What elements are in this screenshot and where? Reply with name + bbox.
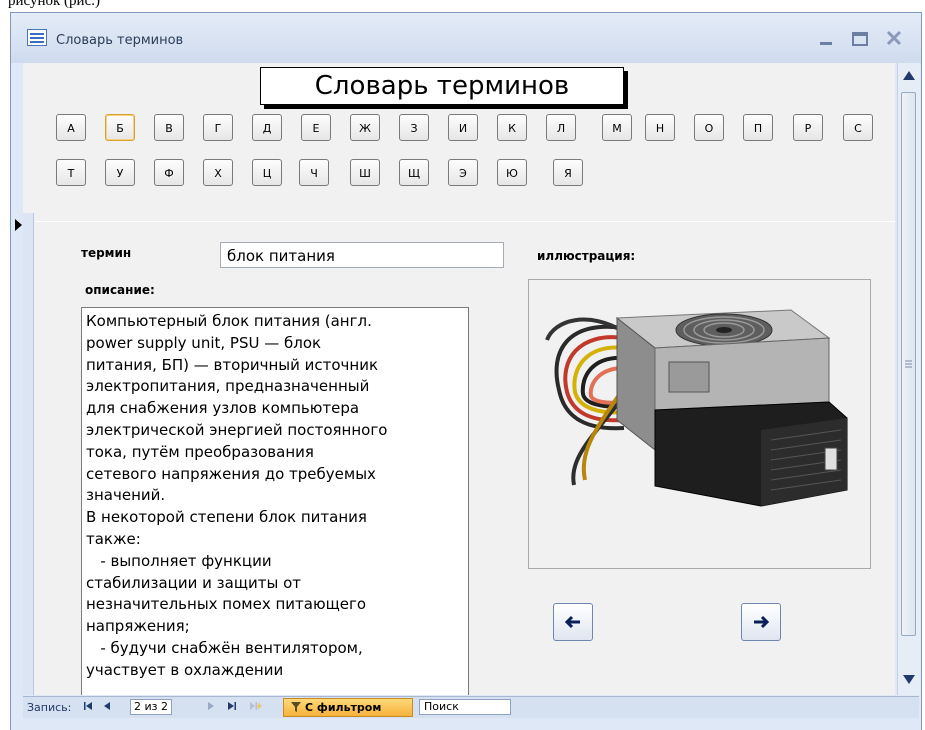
description-field[interactable]: Компьютерный блок питания (англ. power s…	[81, 307, 469, 695]
current-record-pointer-icon	[15, 219, 22, 231]
page-caption: рисунок (рис.)	[0, 0, 925, 12]
term-field[interactable]: блок питания	[220, 242, 504, 268]
letter-button-i[interactable]: И	[448, 114, 478, 141]
record-navigation-bar: Запись: 2 из 2 С фильтром Поиск	[23, 696, 919, 719]
letter-button-b[interactable]: Б	[105, 114, 135, 141]
letter-button-kh[interactable]: Х	[203, 159, 233, 186]
letter-button-s[interactable]: С	[843, 114, 873, 141]
letter-button-f[interactable]: Ф	[154, 159, 184, 186]
vertical-scrollbar[interactable]	[897, 63, 920, 695]
letter-button-shch[interactable]: Щ	[399, 159, 429, 186]
letter-button-k[interactable]: К	[497, 114, 527, 141]
letter-button-m[interactable]: М	[602, 114, 632, 141]
maximize-icon[interactable]	[845, 26, 875, 52]
window-bottom-border	[11, 718, 921, 730]
filter-toggle-button[interactable]: С фильтром	[283, 698, 413, 717]
form-body: Словарь терминов А Б В Г Д Е Ж З И К Л М…	[23, 63, 895, 695]
grip-icon	[905, 360, 912, 368]
new-record-icon[interactable]	[249, 701, 263, 714]
power-supply-image	[545, 309, 848, 507]
form-header: Словарь терминов	[260, 67, 624, 105]
record-label: Запись:	[27, 701, 72, 714]
letter-button-t[interactable]: Т	[56, 159, 86, 186]
record-selector[interactable]	[15, 213, 34, 695]
letter-button-a[interactable]: А	[56, 114, 86, 141]
minimize-icon[interactable]	[811, 26, 841, 52]
letter-button-zh[interactable]: Ж	[350, 114, 380, 141]
letter-button-l[interactable]: Л	[546, 114, 576, 141]
letter-button-ts[interactable]: Ц	[252, 159, 282, 186]
caption-text: рисунок (рис.)	[8, 0, 100, 9]
form-window: Словарь терминов Словарь терминов А Б В …	[10, 12, 922, 730]
close-icon[interactable]	[879, 26, 909, 52]
scroll-down-icon[interactable]	[903, 675, 915, 684]
letter-button-o[interactable]: О	[694, 114, 724, 141]
next-record-button[interactable]	[741, 603, 781, 641]
letter-button-v[interactable]: В	[154, 114, 184, 141]
search-input[interactable]: Поиск	[419, 699, 511, 715]
letter-button-sh[interactable]: Ш	[350, 159, 380, 186]
letter-button-g[interactable]: Г	[203, 114, 233, 141]
previous-record-icon[interactable]	[103, 701, 111, 714]
letter-button-n[interactable]: Н	[645, 114, 675, 141]
letter-button-ya[interactable]: Я	[553, 159, 583, 186]
last-record-icon[interactable]	[227, 701, 237, 714]
letter-button-ye[interactable]: Е	[301, 114, 331, 141]
scroll-up-icon[interactable]	[903, 71, 915, 80]
prev-record-button[interactable]	[553, 603, 593, 641]
scrollbar-thumb[interactable]	[901, 92, 916, 636]
letter-button-u[interactable]: У	[105, 159, 135, 186]
filter-icon	[291, 702, 301, 712]
arrow-left-icon	[564, 615, 580, 629]
letter-button-yu[interactable]: Ю	[497, 159, 527, 186]
description-label: описание:	[85, 283, 155, 297]
current-record-field[interactable]: 2 из 2	[130, 699, 172, 715]
next-record-icon[interactable]	[207, 701, 215, 714]
first-record-icon[interactable]	[83, 701, 93, 714]
term-label: термин	[81, 246, 132, 260]
letter-button-d[interactable]: Д	[252, 114, 282, 141]
description-text: Компьютерный блок питания (англ. power s…	[86, 312, 388, 679]
section-divider	[35, 221, 895, 222]
letter-button-p[interactable]: П	[743, 114, 773, 141]
illustration-frame	[528, 279, 871, 569]
title-bar: Словарь терминов	[11, 13, 921, 63]
letter-button-z[interactable]: З	[399, 114, 429, 141]
form-icon	[27, 29, 47, 46]
filter-label: С фильтром	[305, 701, 382, 714]
letter-button-ch[interactable]: Ч	[299, 159, 329, 186]
window-title: Словарь терминов	[56, 33, 184, 48]
arrow-right-icon	[754, 615, 770, 629]
letter-button-e[interactable]: Э	[448, 159, 478, 186]
illustration-label: иллюстрация:	[537, 249, 636, 263]
letter-button-r[interactable]: Р	[793, 114, 823, 141]
